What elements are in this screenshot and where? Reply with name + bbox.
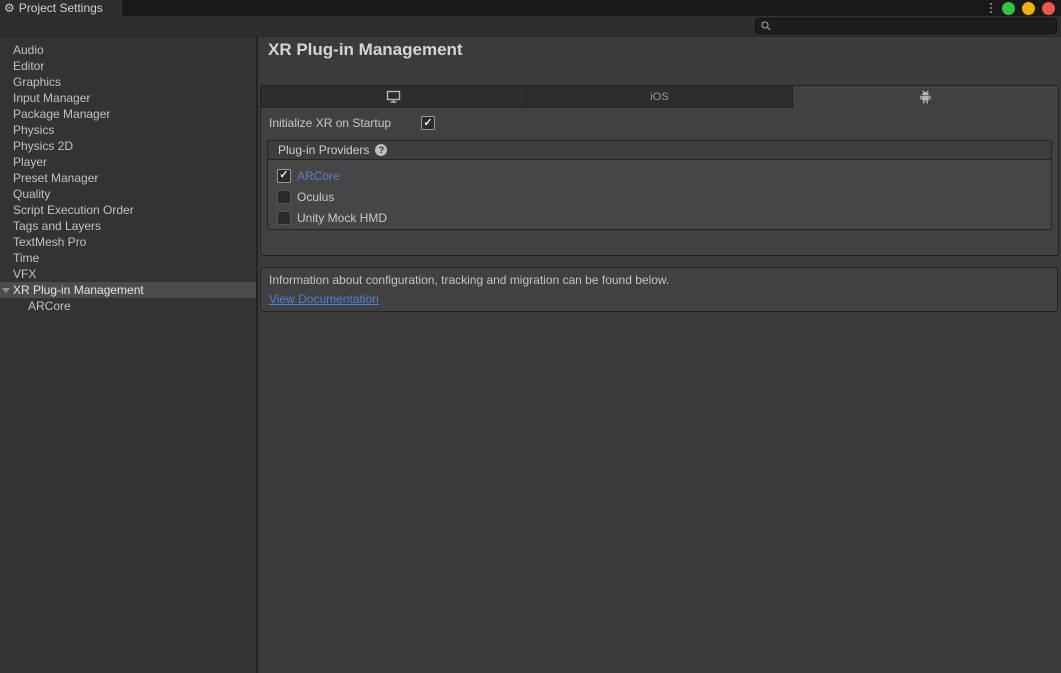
tab-ios-label: iOS [650, 91, 668, 103]
sidebar-item-time[interactable]: Time [0, 250, 256, 266]
provider-list: ✓ ARCore Oculus Unity Mock HMD [268, 160, 1051, 228]
sidebar-item-label: Tags and Layers [13, 219, 101, 233]
sidebar-item-editor[interactable]: Editor [0, 58, 256, 74]
sidebar-item-label: Preset Manager [13, 171, 98, 185]
provider-checkbox-arcore[interactable]: ✓ [277, 169, 291, 183]
title-bar: ⚙ Project Settings [0, 0, 1061, 16]
info-text: Information about configuration, trackin… [269, 273, 1049, 287]
sidebar-item-label: Time [13, 251, 39, 265]
sidebar-item-xr-plug-in-management[interactable]: XR Plug-in Management [0, 282, 256, 298]
search-box[interactable] [755, 18, 1057, 34]
sidebar-item-tags-and-layers[interactable]: Tags and Layers [0, 218, 256, 234]
info-box: Information about configuration, trackin… [260, 267, 1058, 312]
sidebar-item-label: Player [13, 155, 47, 169]
foldout-triangle-icon[interactable] [2, 288, 10, 293]
sidebar-item-label: Audio [13, 43, 44, 57]
tab-ios[interactable]: iOS [527, 86, 793, 108]
sidebar-item-label: TextMesh Pro [13, 235, 86, 249]
search-icon [761, 21, 771, 31]
window-title: Project Settings [19, 1, 103, 15]
sidebar-item-audio[interactable]: Audio [0, 42, 256, 58]
sidebar-item-arcore[interactable]: ARCore [0, 298, 256, 314]
settings-sidebar: Audio Editor Graphics Input Manager Package … [0, 37, 258, 673]
sidebar-item-label: ARCore [28, 299, 71, 313]
sidebar-item-label: VFX [13, 267, 36, 281]
gear-icon: ⚙ [4, 2, 15, 14]
provider-checkbox-unity-mock-hmd[interactable] [277, 211, 291, 225]
sidebar-item-label: Script Execution Order [13, 203, 134, 217]
provider-row-unity-mock-hmd: Unity Mock HMD [268, 207, 1051, 228]
minimize-button[interactable] [1002, 2, 1015, 15]
window-tab-project-settings[interactable]: ⚙ Project Settings [0, 0, 122, 16]
sidebar-item-player[interactable]: Player [0, 154, 256, 170]
platform-tab-group: iOS Initializ [260, 85, 1059, 256]
provider-row-oculus: Oculus [268, 186, 1051, 207]
sidebar-item-label: Editor [13, 59, 44, 73]
platform-tab-row: iOS [261, 86, 1058, 108]
sidebar-item-graphics[interactable]: Graphics [0, 74, 256, 90]
view-documentation-link[interactable]: View Documentation [269, 292, 379, 306]
check-icon: ✓ [279, 170, 288, 181]
provider-label: Oculus [297, 190, 334, 204]
sidebar-item-label: XR Plug-in Management [13, 283, 144, 297]
plugin-providers-header: Plug-in Providers ? [268, 141, 1051, 160]
sidebar-item-label: Physics [13, 123, 54, 137]
provider-label: Unity Mock HMD [297, 211, 387, 225]
window-controls [987, 0, 1055, 16]
plugin-providers-box: Plug-in Providers ? ✓ ARCore Oculus Unity M… [267, 140, 1052, 230]
sidebar-item-physics-2d[interactable]: Physics 2D [0, 138, 256, 154]
close-button[interactable] [1042, 2, 1055, 15]
sidebar-item-textmesh-pro[interactable]: TextMesh Pro [0, 234, 256, 250]
sidebar-item-vfx[interactable]: VFX [0, 266, 256, 282]
initialize-xr-label: Initialize XR on Startup [269, 116, 421, 130]
tab-content: Initialize XR on Startup ✓ Plug-in Provi… [261, 108, 1058, 256]
sidebar-item-package-manager[interactable]: Package Manager [0, 106, 256, 122]
sidebar-item-label: Package Manager [13, 107, 110, 121]
sidebar-item-script-execution-order[interactable]: Script Execution Order [0, 202, 256, 218]
tab-android[interactable] [793, 86, 1058, 108]
initialize-xr-checkbox[interactable]: ✓ [421, 116, 435, 130]
maximize-button[interactable] [1022, 2, 1035, 15]
tab-standalone[interactable] [261, 86, 527, 108]
sidebar-item-preset-manager[interactable]: Preset Manager [0, 170, 256, 186]
help-icon[interactable]: ? [375, 144, 387, 156]
sidebar-item-label: Input Manager [13, 91, 90, 105]
sidebar-item-quality[interactable]: Quality [0, 186, 256, 202]
toolbar [0, 16, 1061, 37]
provider-checkbox-oculus[interactable] [277, 190, 291, 204]
sidebar-item-label: Graphics [13, 75, 61, 89]
sidebar-item-label: Physics 2D [13, 139, 73, 153]
kebab-menu-icon[interactable] [987, 3, 995, 13]
sidebar-item-input-manager[interactable]: Input Manager [0, 90, 256, 106]
sidebar-item-physics[interactable]: Physics [0, 122, 256, 138]
android-icon [919, 90, 932, 104]
plugin-providers-title: Plug-in Providers [278, 143, 369, 157]
initialize-xr-row: Initialize XR on Startup ✓ [269, 116, 435, 130]
provider-row-arcore: ✓ ARCore [268, 165, 1051, 186]
search-input[interactable] [775, 20, 1051, 32]
check-icon: ✓ [423, 118, 432, 129]
desktop-icon [386, 90, 401, 103]
main-panel: XR Plug-in Management iOS [258, 37, 1061, 673]
page-title: XR Plug-in Management [268, 40, 463, 60]
provider-label: ARCore [297, 169, 340, 183]
sidebar-item-label: Quality [13, 187, 50, 201]
